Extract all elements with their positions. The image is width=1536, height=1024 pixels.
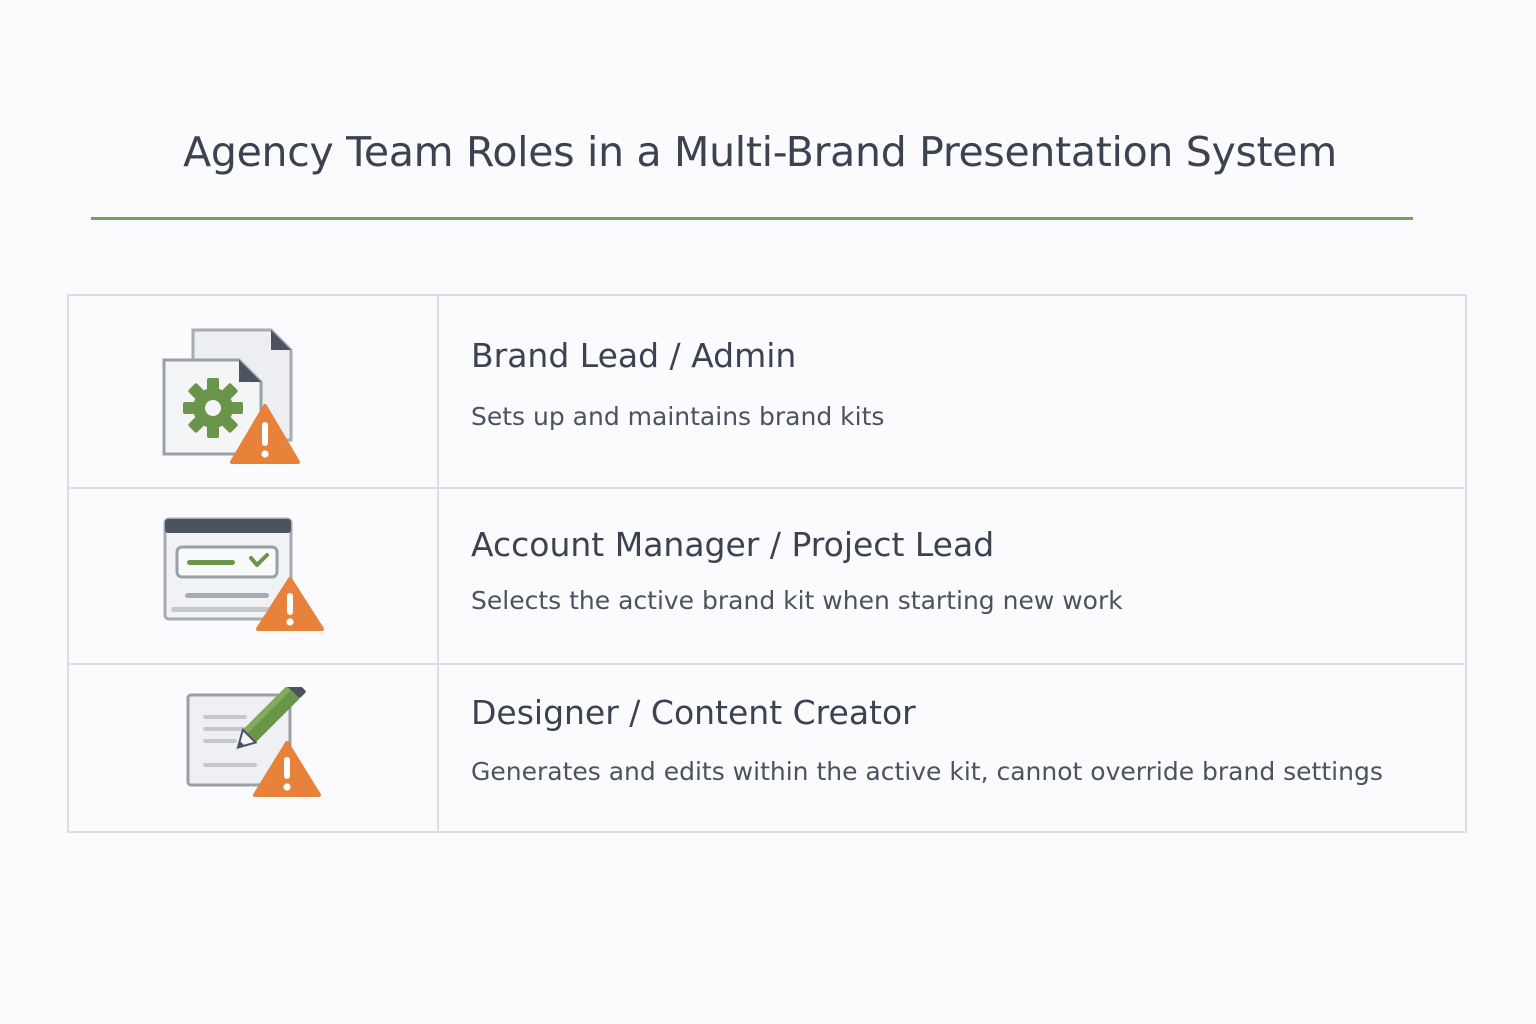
role-description: Generates and edits within the active ki…: [471, 757, 1383, 786]
role-text-cell: Account Manager / Project Lead Selects t…: [471, 489, 1465, 663]
role-title: Brand Lead / Admin: [471, 336, 797, 375]
role-icon-cell: [69, 296, 439, 487]
title-divider: [91, 217, 1413, 220]
role-text-cell: Designer / Content Creator Generates and…: [471, 665, 1465, 831]
role-row-designer: Designer / Content Creator Generates and…: [69, 663, 1465, 831]
role-icon-cell: [69, 665, 439, 831]
role-text-cell: Brand Lead / Admin Sets up and maintains…: [471, 296, 1465, 487]
documents-gear-warning-icon: [162, 328, 300, 464]
role-icon-cell: [69, 489, 439, 663]
window-selector-warning-icon: [163, 517, 324, 631]
role-title: Account Manager / Project Lead: [471, 525, 995, 564]
document-pencil-warning-icon: [186, 687, 321, 797]
role-title: Designer / Content Creator: [471, 693, 916, 732]
role-description: Sets up and maintains brand kits: [471, 402, 885, 431]
role-description: Selects the active brand kit when starti…: [471, 586, 1123, 615]
roles-table: Brand Lead / Admin Sets up and maintains…: [67, 294, 1467, 833]
page-title: Agency Team Roles in a Multi-Brand Prese…: [183, 128, 1337, 176]
role-row-brand-lead: Brand Lead / Admin Sets up and maintains…: [69, 296, 1465, 487]
role-row-account-manager: Account Manager / Project Lead Selects t…: [69, 487, 1465, 663]
